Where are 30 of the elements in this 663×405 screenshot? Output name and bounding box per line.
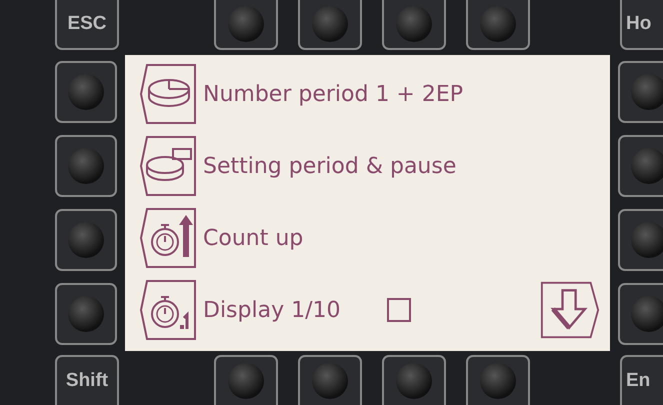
menu-item[interactable]: Display 1/10 [203,298,340,322]
round-keypad-button[interactable] [466,355,530,405]
keypad-key[interactable]: Ho [620,0,663,50]
round-keypad-button[interactable] [298,355,362,405]
round-keypad-button[interactable] [55,135,117,197]
pie-chart-icon[interactable] [139,135,199,197]
stopwatch-arrow-icon[interactable] [139,207,199,269]
checkbox[interactable] [386,298,410,322]
round-keypad-button[interactable] [55,61,117,123]
keypad-key[interactable]: ESC [55,0,119,50]
pie-chart-icon[interactable] [139,63,199,125]
keypad-key[interactable]: En [620,355,663,405]
down-arrow-button[interactable] [540,279,600,341]
round-keypad-button[interactable] [214,0,278,50]
round-keypad-button[interactable] [618,61,663,123]
menu-item[interactable]: Count up [203,226,304,250]
keypad-key[interactable]: Shift [55,355,119,405]
round-keypad-button[interactable] [298,0,362,50]
round-keypad-button[interactable] [618,283,663,345]
menu-item[interactable]: Setting period & pause [203,154,456,178]
round-keypad-button[interactable] [618,135,663,197]
round-keypad-button[interactable] [618,209,663,271]
round-keypad-button[interactable] [382,0,446,50]
menu-item[interactable]: Number period 1 + 2EP [203,82,464,106]
round-keypad-button[interactable] [55,209,117,271]
round-keypad-button[interactable] [382,355,446,405]
round-keypad-button[interactable] [55,283,117,345]
stopwatch-icon[interactable] [139,279,199,341]
round-keypad-button[interactable] [466,0,530,50]
round-keypad-button[interactable] [214,355,278,405]
